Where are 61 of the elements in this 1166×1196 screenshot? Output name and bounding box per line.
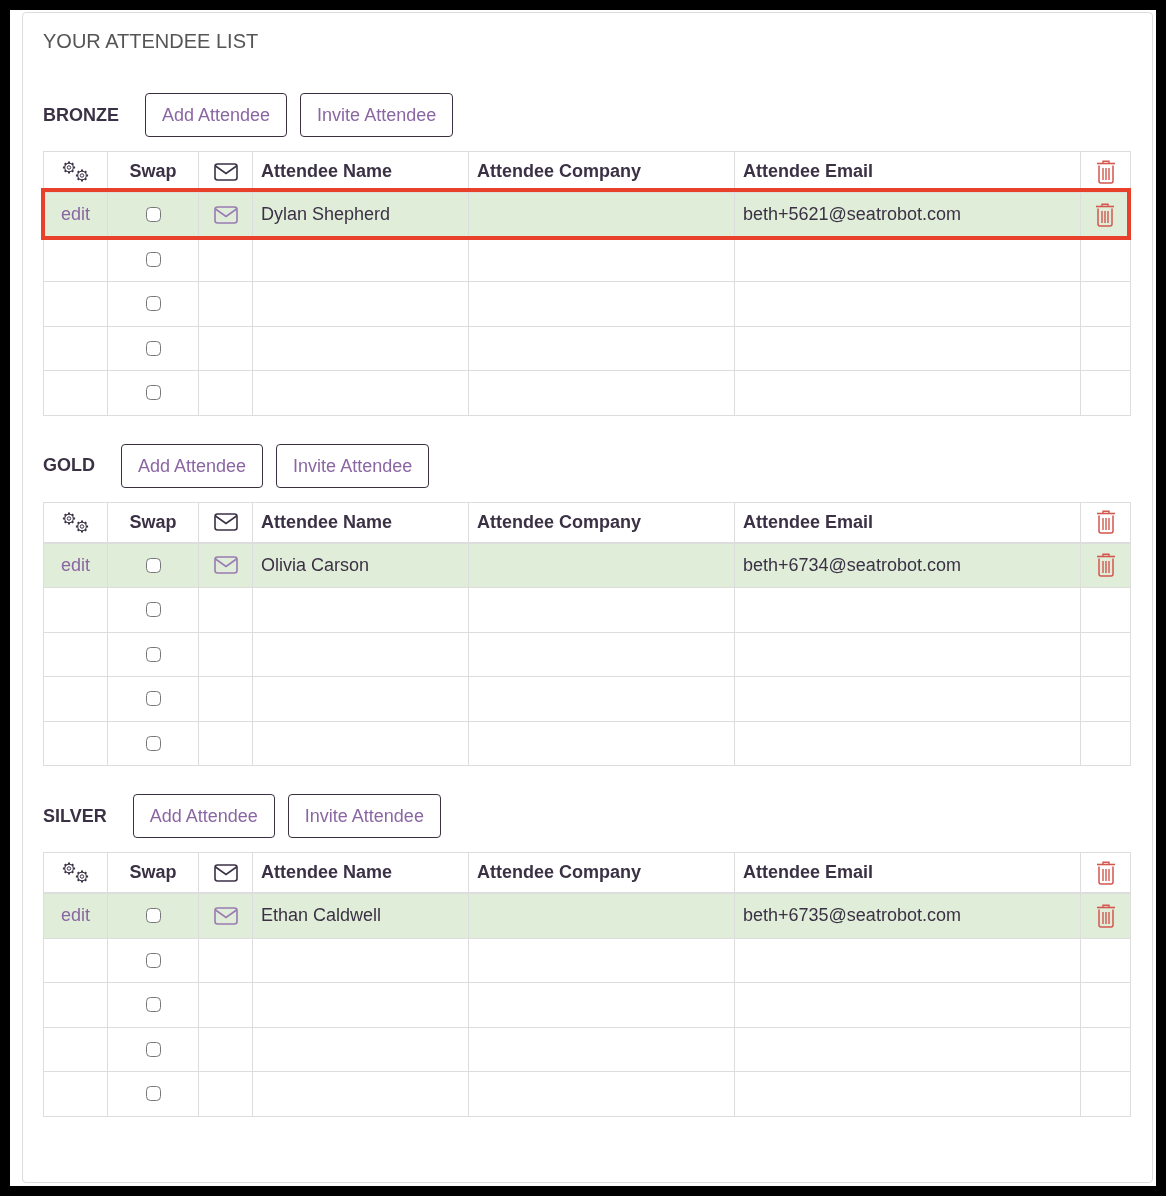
swap-checkbox[interactable] <box>145 1041 161 1057</box>
edit-link[interactable]: edit <box>61 201 90 229</box>
swap-checkbox[interactable] <box>145 1086 161 1102</box>
column-header: Attendee Company <box>477 160 642 183</box>
trash-icon[interactable] <box>1095 553 1116 578</box>
table-cell-text: beth+6734@seatrobot.com <box>743 553 961 577</box>
edit-link[interactable]: edit <box>61 902 90 930</box>
gears-icon <box>60 861 91 884</box>
mail-icon[interactable] <box>213 205 238 224</box>
table-cell-text: Ethan Caldwell <box>261 904 382 928</box>
trash-icon[interactable] <box>1095 860 1116 885</box>
trash-icon[interactable] <box>1095 903 1116 928</box>
column-header: Swap <box>129 861 177 884</box>
column-header: Attendee Email <box>743 861 874 884</box>
column-header: Swap <box>129 160 177 183</box>
section-title: GOLD <box>43 454 95 477</box>
column-header: Swap <box>129 510 177 534</box>
swap-checkbox[interactable] <box>145 735 161 751</box>
table-cell-text: Olivia Carson <box>261 553 370 577</box>
invite-attendee-button[interactable]: Invite Attendee <box>300 93 454 137</box>
invite-attendee-button[interactable]: Invite Attendee <box>287 794 441 838</box>
add-attendee-button[interactable]: Add Attendee <box>121 443 264 488</box>
swap-checkbox[interactable] <box>145 602 161 618</box>
swap-checkbox[interactable] <box>145 908 161 924</box>
column-header: Attendee Email <box>743 160 874 183</box>
gears-icon <box>60 160 91 183</box>
swap-checkbox[interactable] <box>145 952 161 968</box>
swap-checkbox[interactable] <box>145 997 161 1013</box>
swap-checkbox[interactable] <box>145 251 161 267</box>
trash-icon[interactable] <box>1095 202 1115 227</box>
swap-checkbox[interactable] <box>145 340 161 356</box>
column-header: Attendee Name <box>261 861 393 884</box>
swap-checkbox[interactable] <box>145 385 161 401</box>
trash-icon[interactable] <box>1095 510 1116 534</box>
swap-checkbox[interactable] <box>145 207 161 223</box>
add-attendee-button[interactable]: Add Attendee <box>145 93 288 137</box>
table-cell-text: beth+5621@seatrobot.com <box>743 203 961 227</box>
gears-icon <box>60 510 91 534</box>
mail-icon[interactable] <box>213 906 238 925</box>
mail-icon <box>213 863 238 882</box>
column-header: Attendee Company <box>477 861 642 884</box>
column-header: Attendee Name <box>261 510 393 534</box>
section-title: SILVER <box>43 804 107 828</box>
column-header: Attendee Company <box>477 510 642 534</box>
table-cell-text: beth+6735@seatrobot.com <box>743 904 961 928</box>
swap-checkbox[interactable] <box>145 296 161 312</box>
mail-icon <box>213 162 238 181</box>
mail-icon[interactable] <box>213 556 238 575</box>
column-header: Attendee Email <box>743 510 874 534</box>
mail-icon <box>213 513 238 531</box>
column-header: Attendee Name <box>261 160 393 183</box>
swap-checkbox[interactable] <box>145 557 161 573</box>
edit-link[interactable]: edit <box>61 551 90 579</box>
section-title: BRONZE <box>43 103 119 127</box>
add-attendee-button[interactable]: Add Attendee <box>132 794 275 838</box>
invite-attendee-button[interactable]: Invite Attendee <box>276 443 430 488</box>
table-cell-text: Dylan Shepherd <box>261 203 391 227</box>
swap-checkbox[interactable] <box>145 646 161 662</box>
swap-checkbox[interactable] <box>145 691 161 707</box>
page-title: YOUR ATTENDEE LIST <box>43 29 260 53</box>
trash-icon[interactable] <box>1095 159 1116 184</box>
